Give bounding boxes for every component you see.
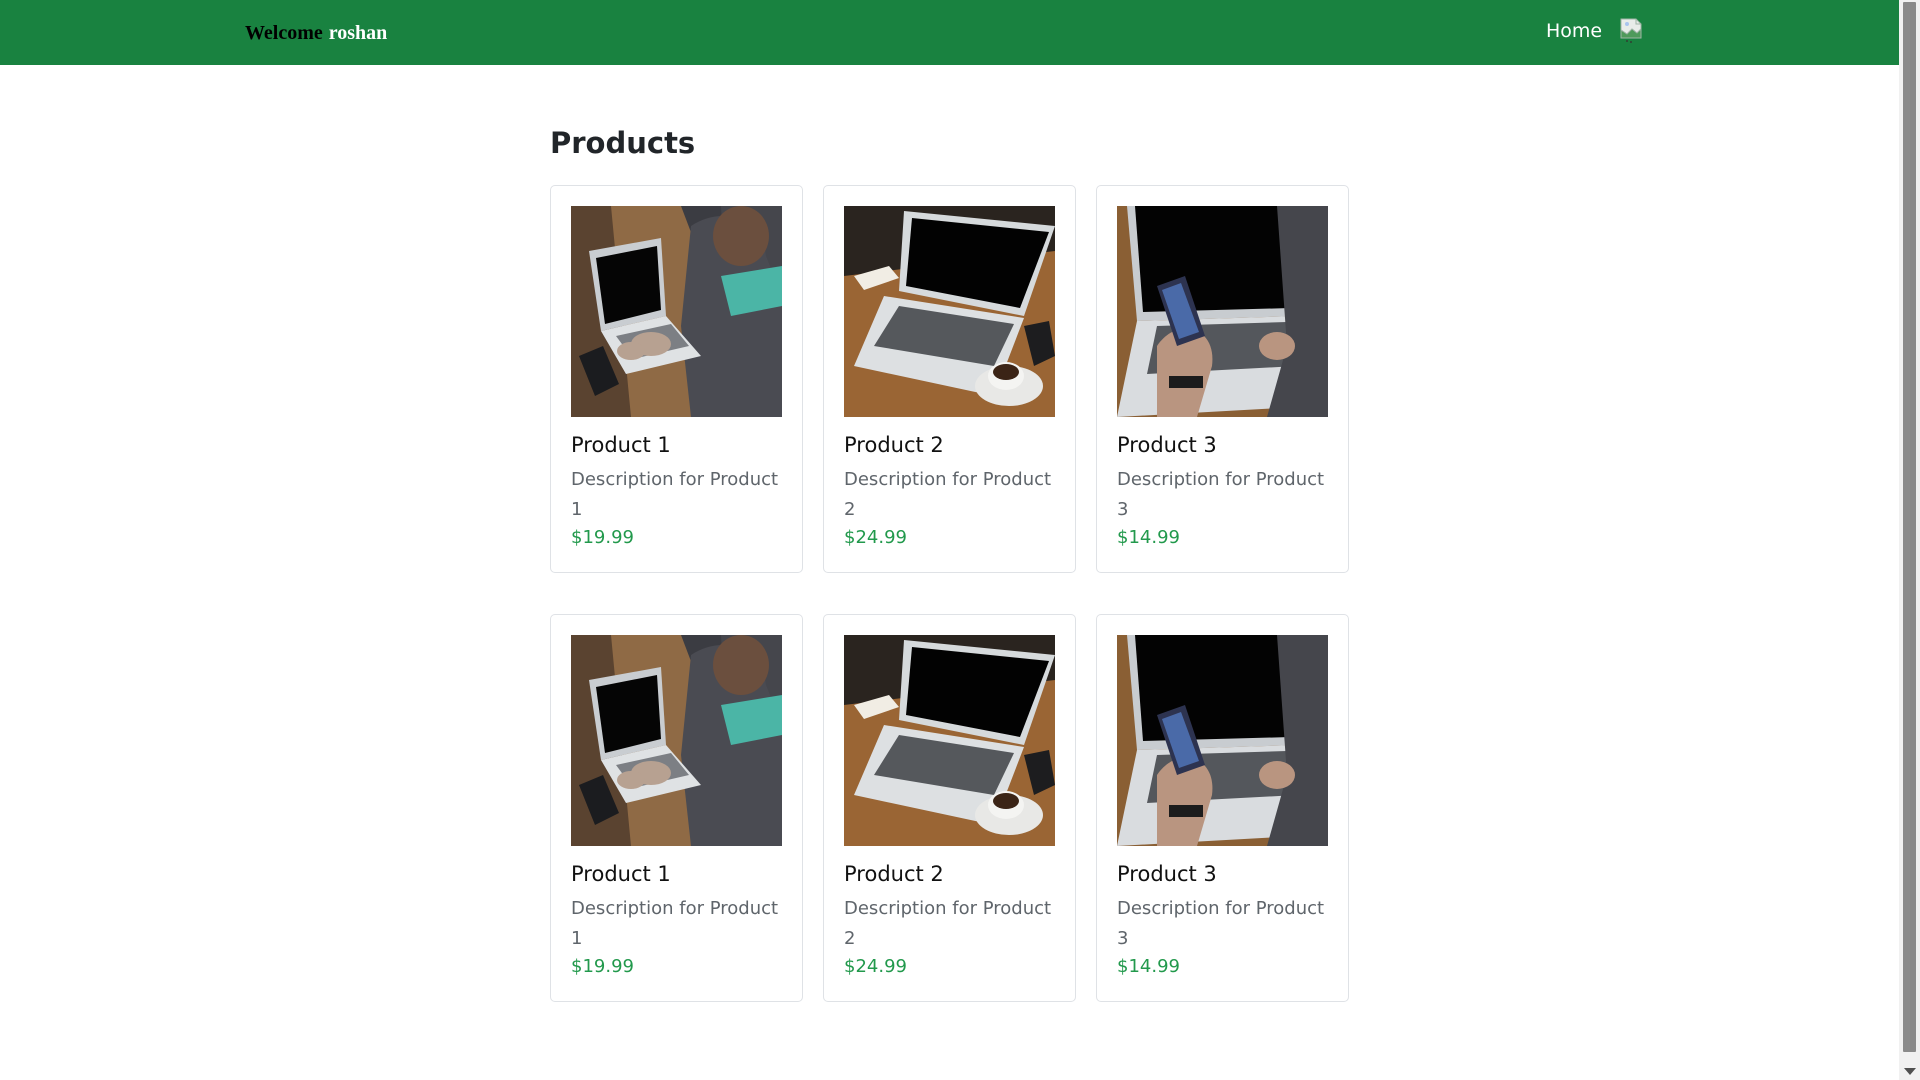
product-card[interactable]: Product 2 Description for Product 2 $24.… <box>823 185 1076 573</box>
product-description: Description for Product 1 <box>571 469 779 520</box>
product-card[interactable]: Product 3 Description for Product 3 $14.… <box>1096 185 1349 573</box>
page: Welcome roshan Home Products Product 1 D… <box>0 0 1920 1080</box>
page-title: Products <box>550 126 696 160</box>
product-title[interactable]: Product 1 <box>571 431 782 459</box>
product-image <box>571 206 782 417</box>
product-price: $14.99 <box>1117 956 1180 977</box>
product-title[interactable]: Product 3 <box>1117 860 1328 888</box>
nav-home-link[interactable]: Home <box>1546 20 1602 42</box>
product-price: $14.99 <box>1117 527 1180 548</box>
product-description: Description for Product 3 <box>1117 898 1325 949</box>
product-description: Description for Product 2 <box>844 898 1052 949</box>
product-title[interactable]: Product 1 <box>571 860 782 888</box>
product-card[interactable]: Product 3 Description for Product 3 $14.… <box>1096 614 1349 1002</box>
navbar: Welcome roshan Home <box>0 0 1899 65</box>
product-title[interactable]: Product 2 <box>844 860 1055 888</box>
product-card[interactable]: Product 2 Description for Product 2 $24.… <box>823 614 1076 1002</box>
product-image <box>844 206 1055 417</box>
product-title[interactable]: Product 2 <box>844 431 1055 459</box>
product-description: Description for Product 3 <box>1117 469 1325 520</box>
product-title[interactable]: Product 3 <box>1117 431 1328 459</box>
welcome-label: Welcome <box>245 22 323 44</box>
product-price: $19.99 <box>571 527 634 548</box>
product-price: $24.99 <box>844 527 907 548</box>
product-card[interactable]: Product 1 Description for Product 1 $19.… <box>550 185 803 573</box>
product-card[interactable]: Product 1 Description for Product 1 $19.… <box>550 614 803 1002</box>
product-image <box>1117 206 1328 417</box>
product-image <box>571 635 782 846</box>
scrollbar-thumb[interactable] <box>1903 2 1916 1052</box>
product-price: $19.99 <box>571 956 634 977</box>
username: roshan <box>328 22 388 44</box>
scroll-down-arrow-icon[interactable] <box>1899 1062 1920 1080</box>
product-image <box>844 635 1055 846</box>
vertical-scrollbar[interactable] <box>1899 0 1920 1080</box>
product-price: $24.99 <box>844 956 907 977</box>
product-image <box>1117 635 1328 846</box>
product-description: Description for Product 1 <box>571 898 779 949</box>
product-grid: Product 1 Description for Product 1 $19.… <box>550 185 1350 1002</box>
broken-image-icon[interactable] <box>1618 16 1644 46</box>
product-description: Description for Product 2 <box>844 469 1052 520</box>
welcome-message: Welcome roshan <box>245 22 387 45</box>
